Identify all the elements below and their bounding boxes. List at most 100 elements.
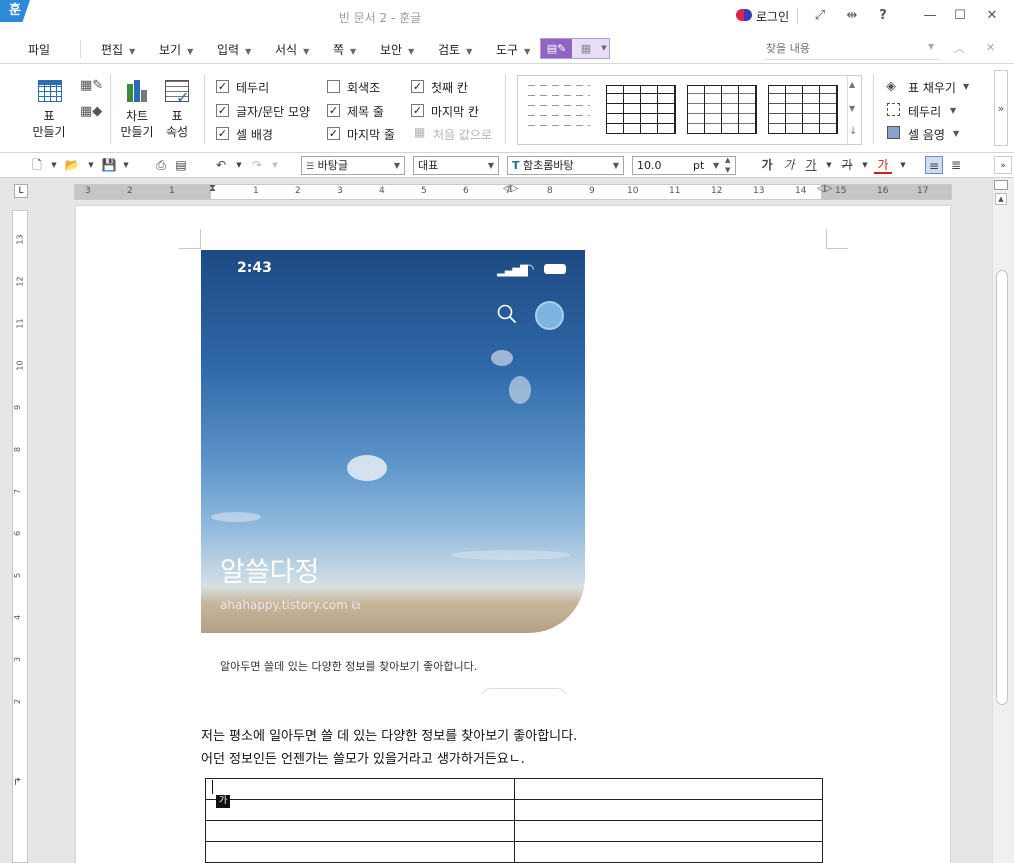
- shade-icon[interactable]: [887, 126, 900, 139]
- cell-bg-checkbox[interactable]: ✓: [216, 127, 229, 140]
- table-style-grid-dashed[interactable]: [768, 85, 838, 134]
- login-button[interactable]: 로그인: [756, 8, 789, 25]
- ruler-corner-tab-icon[interactable]: L: [14, 184, 28, 198]
- menu-review[interactable]: 검토 ▼: [438, 41, 472, 58]
- gallery-expand-icon[interactable]: ↓: [849, 126, 857, 137]
- menu-page[interactable]: 쪽 ▼: [333, 41, 356, 58]
- table-cell[interactable]: [513, 799, 823, 821]
- table-cell[interactable]: [513, 841, 823, 863]
- new-doc-icon[interactable]: 🗋: [28, 156, 46, 174]
- table-properties-button[interactable]: 표 속성: [162, 108, 192, 140]
- fullscreen-icon[interactable]: ⤢: [811, 7, 829, 25]
- preview-icon[interactable]: ▤: [172, 156, 190, 174]
- cell-shade-button[interactable]: 셀 음영: [908, 126, 945, 143]
- table-draw-icon[interactable]: ▦✎: [80, 78, 103, 93]
- underline-button[interactable]: 가: [802, 156, 820, 174]
- split-view-icon[interactable]: [994, 180, 1008, 190]
- find-dropdown-icon[interactable]: ▼: [928, 42, 934, 51]
- embedded-image[interactable]: 2:43 ▂▄▆█ ◠ 알쓸다정 ahahappy.tistory.com ⧉ …: [201, 250, 585, 694]
- scroll-up-icon[interactable]: ▲: [995, 193, 1007, 205]
- menu-view[interactable]: 보기 ▼: [159, 41, 193, 58]
- bold-button[interactable]: 가: [758, 156, 776, 174]
- toolbar-expand-icon[interactable]: »: [994, 156, 1012, 174]
- chevron-down-icon[interactable]: ▼: [849, 104, 855, 113]
- find-prev-icon[interactable]: ︿: [954, 40, 965, 56]
- menu-file[interactable]: 파일: [28, 41, 50, 58]
- chevron-down-icon[interactable]: ▼: [45, 156, 63, 174]
- table-cell[interactable]: [513, 820, 823, 842]
- table-layout-tab-icon[interactable]: ▦: [574, 39, 598, 58]
- help-icon[interactable]: ?: [874, 7, 892, 25]
- undo-icon[interactable]: ↶: [212, 156, 230, 174]
- border-button[interactable]: 테두리: [908, 103, 941, 120]
- horizontal-ruler[interactable]: 3 2 1 1 2 3 4 5 6 7 8 9 10 11 12 13 14 1…: [74, 183, 952, 200]
- chevron-down-icon[interactable]: ▼: [950, 106, 956, 115]
- table-style-plain[interactable]: [528, 85, 590, 135]
- strikethrough-button[interactable]: 가: [838, 156, 856, 174]
- indent-marker-icon[interactable]: ⧗: [209, 183, 216, 194]
- save-icon[interactable]: 💾: [100, 156, 118, 174]
- find-input[interactable]: [764, 38, 940, 60]
- style-select[interactable]: ☰ 바탕글 ▼: [301, 156, 405, 175]
- table-erase-icon[interactable]: ▦◆: [80, 104, 102, 119]
- document-table[interactable]: [205, 778, 823, 863]
- chevron-up-icon[interactable]: ▲: [849, 80, 855, 89]
- first-col-checkbox[interactable]: ✓: [411, 80, 424, 93]
- outline-select[interactable]: 대표 ▼: [413, 156, 499, 175]
- chevron-down-icon[interactable]: ▼: [894, 156, 912, 174]
- maximize-icon[interactable]: ☐: [951, 7, 969, 25]
- font-size-input[interactable]: 10.0 pt ▼ ▲ ▼: [632, 156, 736, 175]
- fill-icon[interactable]: ◈: [886, 79, 896, 94]
- login-logo-icon[interactable]: [736, 9, 752, 21]
- stepper-icon[interactable]: ▲ ▼: [725, 155, 730, 175]
- chevron-down-icon[interactable]: ▼: [82, 156, 100, 174]
- ribbon-expand-icon[interactable]: »: [994, 70, 1008, 146]
- open-folder-icon[interactable]: 📂: [63, 156, 81, 174]
- italic-button[interactable]: 가: [780, 156, 798, 174]
- table-design-tab-icon[interactable]: ▤✎: [541, 39, 572, 58]
- table-cell[interactable]: [205, 841, 515, 863]
- chevron-down-icon[interactable]: ▼: [820, 156, 838, 174]
- menu-insert[interactable]: 입력 ▼: [217, 41, 251, 58]
- menu-tools[interactable]: 도구 ▼: [496, 41, 530, 58]
- resize-icon[interactable]: ⇹: [843, 7, 861, 25]
- menu-format[interactable]: 서식 ▼: [275, 41, 309, 58]
- grayscale-checkbox[interactable]: [327, 80, 340, 93]
- chevron-down-icon[interactable]: ▼: [117, 156, 135, 174]
- char-para-checkbox[interactable]: ✓: [216, 104, 229, 117]
- margin-marker-icon[interactable]: ◁▷: [817, 183, 832, 194]
- scrollbar-thumb[interactable]: [996, 270, 1008, 705]
- menu-security[interactable]: 보안 ▼: [380, 41, 414, 58]
- table-cell[interactable]: [205, 799, 515, 821]
- font-color-button[interactable]: 가: [874, 156, 892, 174]
- header-row-checkbox[interactable]: ✓: [327, 104, 340, 117]
- table-fill-button[interactable]: 표 채우기: [908, 79, 956, 96]
- table-cell[interactable]: [205, 820, 515, 842]
- menu-edit[interactable]: 편집 ▼: [101, 41, 135, 58]
- chevron-down-icon[interactable]: ▼: [599, 39, 609, 58]
- make-chart-button[interactable]: 차트 만들기: [116, 108, 158, 140]
- chevron-down-icon[interactable]: ▼: [963, 82, 969, 91]
- table-context-tabs[interactable]: ▤✎ ▦ ▼: [540, 38, 610, 59]
- align-left-icon[interactable]: ≣: [947, 156, 965, 174]
- chevron-down-icon[interactable]: ▼: [856, 156, 874, 174]
- table-cell[interactable]: [513, 778, 823, 800]
- border-checkbox[interactable]: ✓: [216, 80, 229, 93]
- make-table-button[interactable]: 표 만들기: [26, 108, 72, 140]
- paragraph-line-1[interactable]: 저는 평소에 일아두면 쓸 데 있는 다양한 정보를 찾아보기 좋아합니다.: [201, 725, 577, 744]
- right-indent-marker-icon[interactable]: ◁▷: [503, 183, 518, 194]
- last-col-checkbox[interactable]: ✓: [411, 104, 424, 117]
- find-close-icon[interactable]: ✕: [986, 41, 995, 54]
- minimize-icon[interactable]: —: [921, 7, 939, 25]
- last-row-checkbox[interactable]: ✓: [327, 127, 340, 140]
- font-select[interactable]: T 함초롬바탕 ▼: [507, 156, 624, 175]
- table-style-grid-light[interactable]: [687, 85, 757, 134]
- align-justify-icon[interactable]: ≡: [925, 156, 943, 174]
- chevron-down-icon[interactable]: ▼: [230, 156, 248, 174]
- paragraph-line-2[interactable]: 어던 정보인든 언젠가는 쓸모가 있을거라고 생가하거든요ㄴ.: [201, 748, 525, 767]
- table-style-grid[interactable]: [606, 85, 676, 134]
- chevron-down-icon[interactable]: ▼: [953, 129, 959, 138]
- close-icon[interactable]: ✕: [983, 7, 1001, 25]
- table-cell[interactable]: [205, 778, 515, 800]
- vertical-ruler[interactable]: 13 12 11 10 9 8 7 6 5 4 3 2 ↱: [12, 210, 28, 863]
